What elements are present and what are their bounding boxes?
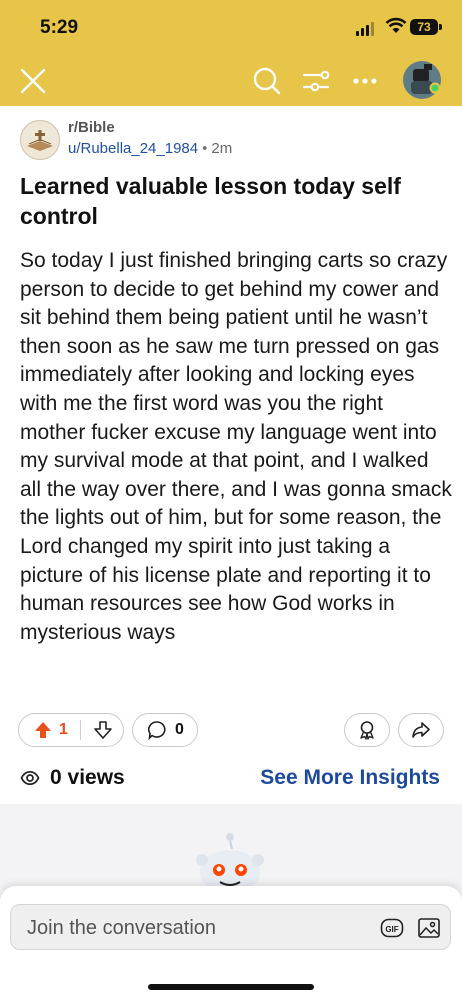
author-username[interactable]: u/Rubella_24_1984 bbox=[68, 140, 198, 157]
battery-tip bbox=[439, 24, 442, 30]
status-time: 5:29 bbox=[40, 17, 79, 38]
close-icon bbox=[20, 68, 46, 94]
comment-bubble-icon bbox=[147, 721, 166, 740]
top-app-bar: 5:29 73 bbox=[0, 0, 462, 106]
cellular-signal-icon bbox=[356, 22, 374, 36]
share-button[interactable] bbox=[398, 713, 444, 747]
close-button[interactable] bbox=[16, 64, 50, 98]
image-upload-icon[interactable] bbox=[417, 916, 441, 940]
views-summary: 0 views bbox=[20, 766, 125, 790]
comments-button[interactable]: 0 bbox=[132, 713, 198, 747]
upvote-count: 1 bbox=[59, 721, 68, 738]
downvote-arrow-icon[interactable] bbox=[93, 720, 113, 740]
gif-icon[interactable]: GIF bbox=[380, 917, 404, 939]
vote-divider bbox=[79, 720, 81, 740]
subreddit-name[interactable]: r/Bible bbox=[68, 119, 115, 136]
post-meta: r/Bible u/Rubella_24_1984 • 2m bbox=[20, 118, 440, 162]
views-count: 0 views bbox=[50, 766, 125, 789]
subreddit-avatar[interactable] bbox=[20, 120, 60, 160]
sliders-icon bbox=[302, 70, 330, 92]
more-options-button[interactable] bbox=[348, 64, 382, 98]
views-eye-icon bbox=[20, 770, 40, 786]
battery-indicator: 73 bbox=[410, 19, 438, 35]
post-insights: 0 views See More Insights bbox=[20, 766, 442, 792]
post-body: So today I just finished bringing carts … bbox=[20, 249, 452, 644]
award-button[interactable] bbox=[344, 713, 390, 747]
comment-input-placeholder: Join the conversation bbox=[27, 917, 217, 939]
meta-separator: • bbox=[202, 140, 208, 157]
search-button[interactable] bbox=[250, 64, 284, 98]
gif-label: GIF bbox=[385, 925, 398, 934]
home-indicator bbox=[148, 984, 314, 990]
post-actions: 1 0 bbox=[18, 713, 444, 749]
comment-input[interactable]: Join the conversation GIF bbox=[10, 904, 451, 950]
more-horizontal-icon bbox=[353, 78, 377, 84]
comment-composer: Join the conversation GIF bbox=[0, 886, 462, 1000]
see-more-insights-link[interactable]: See More Insights bbox=[260, 766, 440, 790]
wifi-icon bbox=[385, 17, 407, 33]
vote-control: 1 bbox=[18, 713, 124, 747]
post-title: Learned valuable lesson today self contr… bbox=[20, 173, 401, 229]
search-icon bbox=[253, 67, 281, 95]
author-line: u/Rubella_24_1984 • 2m bbox=[68, 140, 232, 157]
upvote-arrow-icon[interactable] bbox=[33, 720, 53, 740]
award-icon bbox=[360, 721, 374, 740]
share-arrow-icon bbox=[412, 722, 430, 738]
user-avatar[interactable] bbox=[402, 60, 442, 100]
reddit-mascot-icon bbox=[196, 833, 264, 892]
post-age: 2m bbox=[211, 140, 233, 157]
comment-count: 0 bbox=[175, 721, 184, 738]
sort-filter-button[interactable] bbox=[299, 64, 333, 98]
